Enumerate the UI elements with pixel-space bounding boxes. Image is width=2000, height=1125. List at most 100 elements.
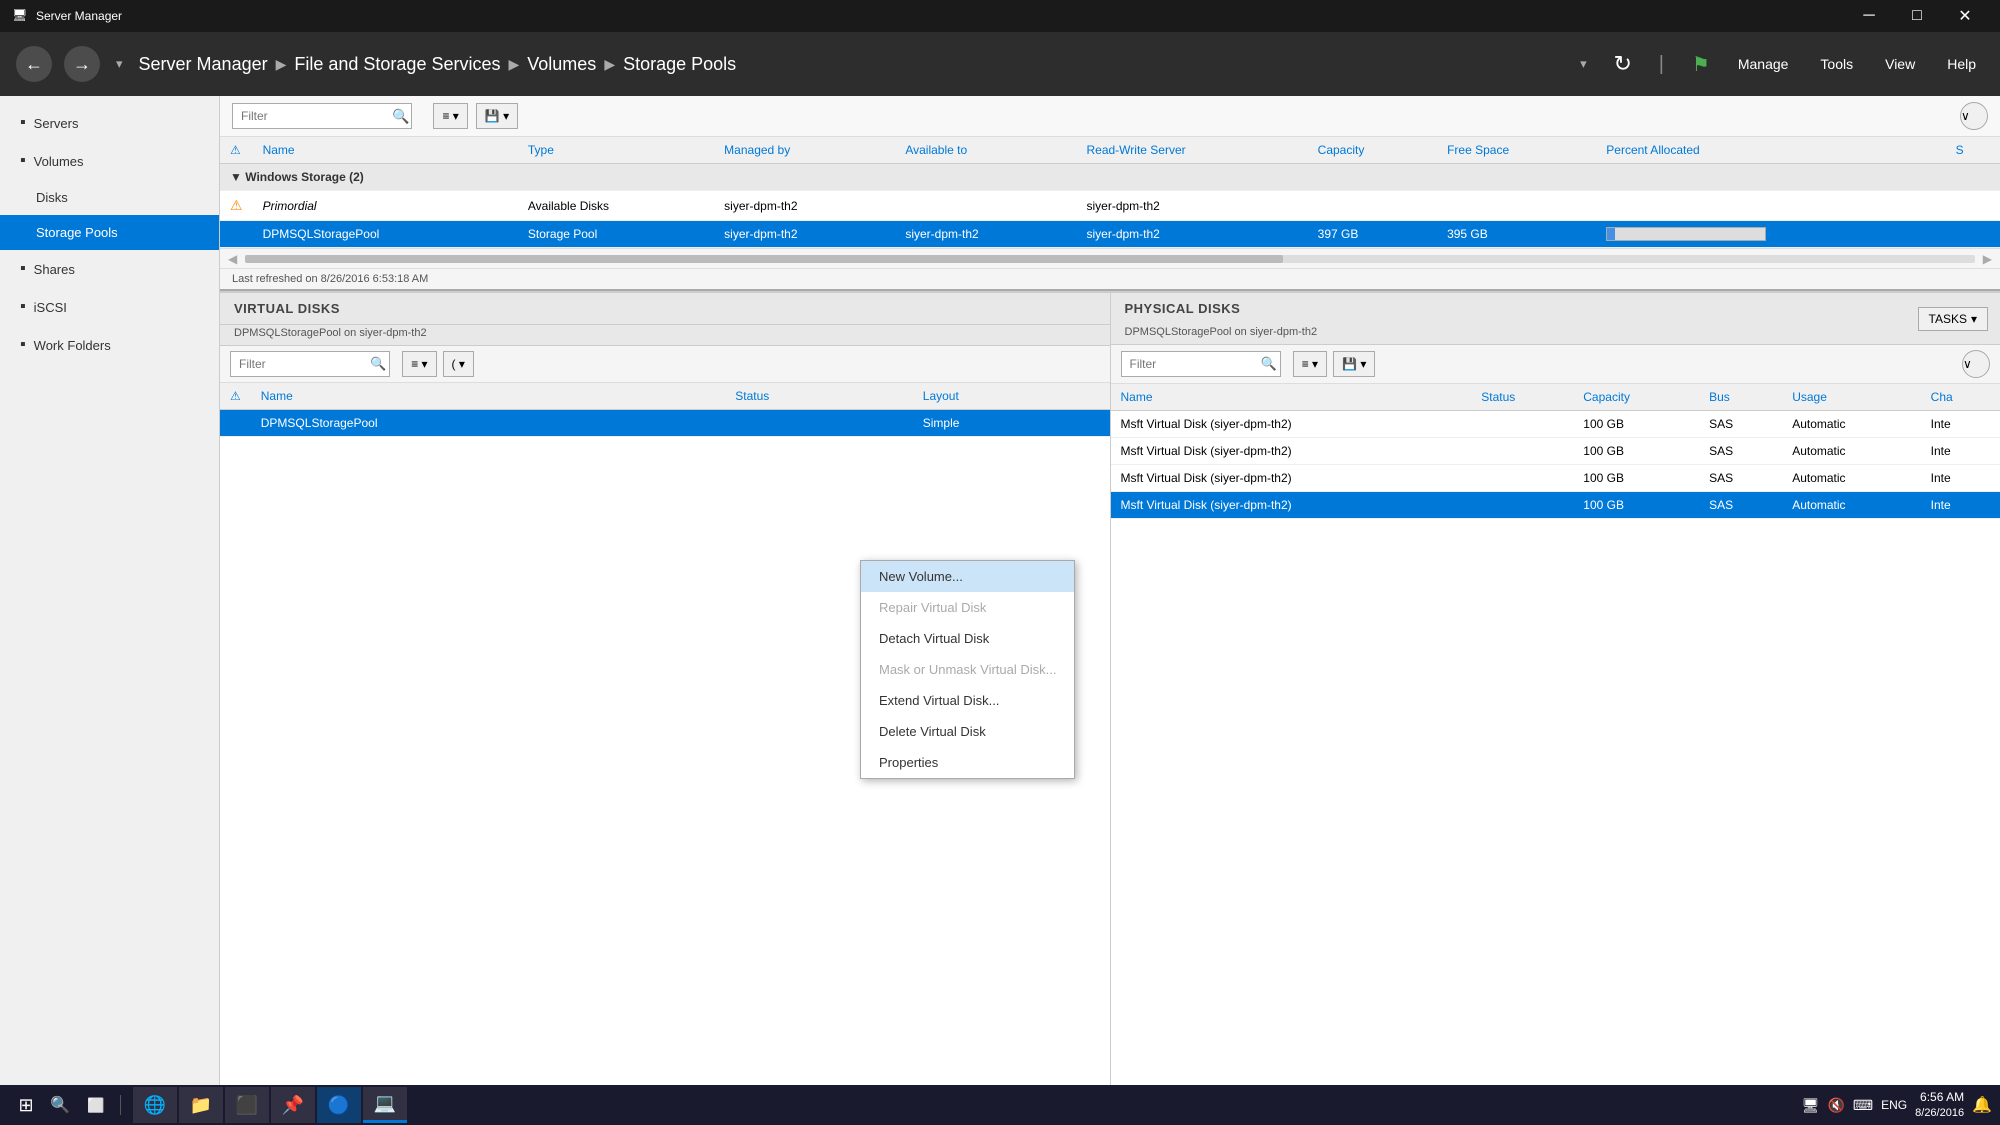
breadcrumb-server-manager[interactable]: Server Manager: [139, 54, 268, 75]
pdisk-view-btn[interactable]: ≡ ▾: [1293, 351, 1327, 377]
col-name-header[interactable]: Name: [253, 137, 518, 164]
physical-disks-panel: PHYSICAL DISKS DPMSQLStoragePool on siye…: [1111, 293, 2000, 1085]
col-percent-header[interactable]: Percent Allocated: [1596, 137, 1945, 164]
taskbar-app-servermgr[interactable]: 💻: [363, 1087, 407, 1123]
notification-button[interactable]: 🔔: [1972, 1095, 1992, 1115]
pdisk-cap-4: 100 GB: [1573, 492, 1699, 519]
refresh-button[interactable]: ↻: [1607, 48, 1639, 80]
table-row[interactable]: DPMSQLStoragePool Storage Pool siyer-dpm…: [220, 221, 2000, 248]
sidebar-item-volumes[interactable]: ▪ Volumes: [0, 142, 219, 180]
forward-button[interactable]: →: [64, 46, 100, 82]
pdisk-name-header[interactable]: Name: [1111, 384, 1472, 411]
context-menu-item-extend[interactable]: Extend Virtual Disk...: [861, 685, 1074, 716]
back-button[interactable]: ←: [16, 46, 52, 82]
col-type-header[interactable]: Type: [518, 137, 714, 164]
scroll-left[interactable]: ◀: [228, 252, 237, 266]
breadcrumb-volumes[interactable]: Volumes: [527, 54, 596, 75]
vdisk-status-header[interactable]: Status: [725, 383, 913, 410]
close-button[interactable]: ✕: [1942, 0, 1988, 32]
breadcrumb-storage-pools[interactable]: Storage Pools: [623, 54, 736, 75]
pdisk-title: PHYSICAL DISKS: [1111, 293, 1906, 324]
search-button[interactable]: 🔍: [44, 1089, 76, 1121]
minimize-button[interactable]: ─: [1846, 0, 1892, 32]
table-row[interactable]: Msft Virtual Disk (siyer-dpm-th2) 100 GB…: [1111, 492, 2000, 519]
group-expand-icon[interactable]: ▼: [230, 170, 245, 184]
sidebar: ▪ Servers ▪ Volumes Disks Storage Pools …: [0, 96, 220, 1085]
taskbar-app-cmd[interactable]: ⬛: [225, 1087, 269, 1123]
vdisk-name-header[interactable]: Name: [251, 383, 726, 410]
manage-menu[interactable]: Manage: [1730, 52, 1797, 76]
context-menu-item-delete[interactable]: Delete Virtual Disk: [861, 716, 1074, 747]
nav-dropdown-arrow[interactable]: ▾: [116, 56, 123, 72]
iscsi-icon: ▪: [20, 298, 26, 316]
view-toggle-btn[interactable]: ≡ ▾: [433, 103, 467, 129]
vdisk-layout-header[interactable]: Layout: [913, 383, 1110, 410]
pdisk-collapse-btn[interactable]: ∨: [1962, 350, 1990, 378]
scroll-right[interactable]: ▶: [1983, 252, 1992, 266]
pdisk-cha-header[interactable]: Cha: [1921, 384, 2000, 411]
breadcrumb-dropdown[interactable]: ▾: [1580, 56, 1587, 72]
start-button[interactable]: ⊞: [8, 1087, 44, 1123]
col-freespace-header[interactable]: Free Space: [1437, 137, 1596, 164]
taskbar-app-explorer[interactable]: 📁: [179, 1087, 223, 1123]
pool-filter-input[interactable]: [232, 103, 412, 129]
table-row[interactable]: Msft Virtual Disk (siyer-dpm-th2) 100 GB…: [1111, 465, 2000, 492]
pdisk-usage-header[interactable]: Usage: [1782, 384, 1920, 411]
pdisk-usage-4: Automatic: [1782, 492, 1920, 519]
maximize-button[interactable]: □: [1894, 0, 1940, 32]
tools-menu[interactable]: Tools: [1812, 52, 1861, 76]
pdisk-cha-4: Inte: [1921, 492, 2000, 519]
sidebar-item-work-folders[interactable]: ▪ Work Folders: [0, 326, 219, 364]
taskbar-app-pinned[interactable]: 📌: [271, 1087, 315, 1123]
taskbar-app-ie[interactable]: 🌐: [133, 1087, 177, 1123]
context-menu-item-repair[interactable]: Repair Virtual Disk: [861, 592, 1074, 623]
pdisk-bus-header[interactable]: Bus: [1699, 384, 1782, 411]
table-row[interactable]: ⚠ Primordial Available Disks siyer-dpm-t…: [220, 191, 2000, 221]
pool-table-scroll[interactable]: ⚠ Name Type Managed by Available to Read…: [220, 137, 2000, 248]
sidebar-item-servers[interactable]: ▪ Servers: [0, 104, 219, 142]
view-menu[interactable]: View: [1877, 52, 1923, 76]
table-row[interactable]: DPMSQLStoragePool Simple: [220, 410, 1110, 437]
horizontal-scrollbar[interactable]: [245, 255, 1975, 263]
clock[interactable]: 6:56 AM 8/26/2016: [1915, 1089, 1964, 1121]
breadcrumb-file-storage[interactable]: File and Storage Services: [294, 54, 500, 75]
context-menu-item-properties[interactable]: Properties: [861, 747, 1074, 778]
tasks-button[interactable]: TASKS ▾: [1918, 307, 1989, 331]
sidebar-item-iscsi[interactable]: ▪ iSCSI: [0, 288, 219, 326]
pdisk-cha-1: Inte: [1921, 411, 2000, 438]
col-managed-header[interactable]: Managed by: [714, 137, 895, 164]
vdisk-filter-input[interactable]: [230, 351, 390, 377]
pdisk-subtitle: DPMSQLStoragePool on siyer-dpm-th2: [1111, 324, 1906, 344]
taskbar-app-blue[interactable]: 🔵: [317, 1087, 361, 1123]
sidebar-item-storage-pools[interactable]: Storage Pools: [0, 215, 219, 250]
context-menu-item-detach[interactable]: Detach Virtual Disk: [861, 623, 1074, 654]
table-row[interactable]: Msft Virtual Disk (siyer-dpm-th2) 100 GB…: [1111, 438, 2000, 465]
task-view-button[interactable]: ⬜: [76, 1087, 116, 1123]
col-capacity-header[interactable]: Capacity: [1308, 137, 1437, 164]
table-row[interactable]: Msft Virtual Disk (siyer-dpm-th2) 100 GB…: [1111, 411, 2000, 438]
pdisk-filter-input[interactable]: [1121, 351, 1281, 377]
breadcrumb: Server Manager ▶ File and Storage Servic…: [139, 54, 1569, 75]
bottom-panels: VIRTUAL DISKS DPMSQLStoragePool on siyer…: [220, 291, 2000, 1085]
pdisk-save-btn[interactable]: 💾 ▾: [1333, 351, 1375, 377]
vdisk-save-btn[interactable]: ( ▾: [443, 351, 474, 377]
pdisk-status-header[interactable]: Status: [1471, 384, 1573, 411]
help-menu[interactable]: Help: [1939, 52, 1984, 76]
warning-icon: ⚠: [230, 197, 243, 213]
title-bar: 🖥 Server Manager ─ □ ✕: [0, 0, 2000, 32]
col-status-header[interactable]: S: [1946, 137, 2000, 164]
pdisk-table-scroll[interactable]: Name Status Capacity Bus Usage Cha Msft …: [1111, 384, 2000, 1085]
context-menu-item-new-volume[interactable]: New Volume...: [861, 561, 1074, 592]
col-rw-header[interactable]: Read-Write Server: [1076, 137, 1307, 164]
sidebar-item-disks[interactable]: Disks: [0, 180, 219, 215]
vdisk-view-btn[interactable]: ≡ ▾: [402, 351, 436, 377]
pdisk-capacity-header[interactable]: Capacity: [1573, 384, 1699, 411]
window-controls: ─ □ ✕: [1846, 0, 1988, 32]
group-header-windows-storage: ▼ Windows Storage (2): [220, 164, 2000, 191]
save-btn[interactable]: 💾 ▾: [476, 103, 518, 129]
network-icon: 🖥: [1802, 1097, 1820, 1114]
sidebar-item-shares[interactable]: ▪ Shares: [0, 250, 219, 288]
context-menu-item-mask[interactable]: Mask or Unmask Virtual Disk...: [861, 654, 1074, 685]
col-available-header[interactable]: Available to: [895, 137, 1076, 164]
collapse-btn[interactable]: ∨: [1960, 102, 1988, 130]
